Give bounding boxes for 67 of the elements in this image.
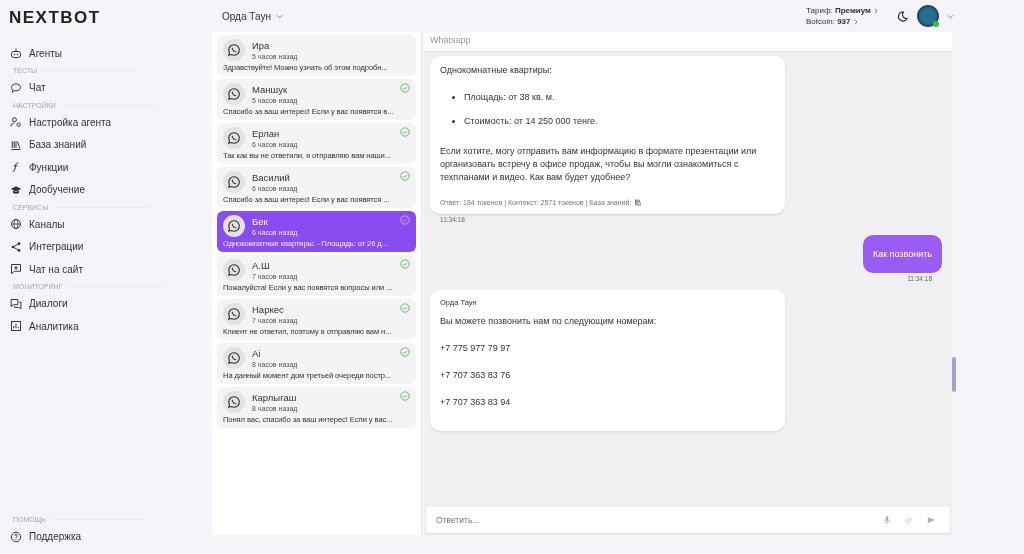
whatsapp-avatar xyxy=(223,215,245,237)
contact-name: Наркес xyxy=(252,304,284,315)
help-icon xyxy=(10,530,22,543)
contact-name: А.Ш xyxy=(252,260,270,271)
logo: NEXTBOT xyxy=(9,8,101,28)
message-text: +7 775 977 79 97 xyxy=(440,342,512,355)
graduation-cap-icon xyxy=(10,183,22,196)
contact-name: Маншук xyxy=(252,84,288,95)
microphone-icon[interactable] xyxy=(882,515,892,525)
list-item: Площадь: от 38 кв. м. xyxy=(464,91,555,103)
sidebar-item[interactable]: База знаний xyxy=(0,133,97,156)
sidebar-item[interactable]: Настройка агента xyxy=(0,111,122,134)
message-text: +7 707 363 83 94 xyxy=(440,396,512,409)
message-text: Однокомнатные квартиры: xyxy=(440,64,553,77)
botcoin-link[interactable]: Botcoin: 937 xyxy=(806,17,851,26)
message-text: +7 707 363 83 76 xyxy=(440,369,512,382)
share-icon xyxy=(10,240,22,253)
contact-name: Ерлан xyxy=(252,128,280,139)
sidebar-item[interactable]: Чат на сайт xyxy=(0,258,93,281)
contact-name: Василий xyxy=(252,172,290,183)
chevron-right-icon xyxy=(853,18,858,25)
whatsapp-avatar xyxy=(223,171,245,193)
contact-name: Бек xyxy=(252,216,268,227)
dialogs-icon xyxy=(10,297,22,310)
channel-name: Whatsapp xyxy=(424,32,952,52)
message-text: Если хотите, могу отправить вам информацию в формате презентации или организовать встречу в офисе продаж, чтобы вы могли ознакомиться с техпланами и видео. Как вам будет удобнее? xyxy=(440,145,758,184)
send-icon[interactable] xyxy=(926,515,936,525)
whatsapp-avatar xyxy=(223,347,245,369)
speech-bubble-icon xyxy=(10,81,22,94)
books-icon xyxy=(634,198,643,206)
caret-icon[interactable] xyxy=(947,13,954,19)
contact-name: Ира xyxy=(252,40,270,51)
project-dropdown[interactable]: Орда Таун xyxy=(222,8,283,24)
whatsapp-avatar xyxy=(223,303,245,325)
chevron-right-icon xyxy=(874,7,878,14)
sidebar-item[interactable]: Агенты xyxy=(0,42,72,65)
whatsapp-avatar xyxy=(223,391,245,413)
sidebar-item[interactable]: Интеграции xyxy=(0,235,94,258)
bullet-icon xyxy=(452,95,455,99)
caret-icon xyxy=(275,13,283,19)
reply-field[interactable]: Ответить... xyxy=(426,507,950,533)
books-icon xyxy=(10,138,22,151)
sidebar-item[interactable]: Аналитика xyxy=(0,315,89,338)
sidebar-item[interactable]: Диалоги xyxy=(0,292,78,315)
contact-name: Карлыгаш xyxy=(252,392,297,403)
moon-icon[interactable] xyxy=(896,9,909,23)
sidebar-item[interactable]: Функции xyxy=(0,156,79,179)
whatsapp-avatar xyxy=(223,259,245,281)
message-text: Вы можете позвонить нам по следующим номерам: xyxy=(440,315,658,328)
whatsapp-avatar xyxy=(223,39,245,61)
whatsapp-avatar xyxy=(223,83,245,105)
tariff-link[interactable]: Тариф: Премиум xyxy=(806,6,871,15)
globe-icon xyxy=(10,218,22,231)
robot-icon xyxy=(10,47,22,60)
user-gear-icon xyxy=(10,116,22,129)
sidebar-item[interactable]: Поддержка xyxy=(0,525,92,548)
sidebar-item[interactable]: Дообучение xyxy=(0,178,95,201)
chat-plus-icon xyxy=(10,263,22,276)
user-message: Как позвонить xyxy=(862,235,942,273)
whatsapp-avatar xyxy=(223,127,245,149)
sidebar-item[interactable]: Каналы xyxy=(0,213,75,236)
chart-icon xyxy=(10,320,22,333)
bullet-icon xyxy=(452,119,455,123)
contact-name: Ai xyxy=(252,348,261,359)
list-item: Стоимость: от 14 250 000 тенге. xyxy=(464,115,598,127)
paperclip-icon[interactable] xyxy=(904,515,914,525)
sidebar-item[interactable]: Чат xyxy=(0,76,56,99)
